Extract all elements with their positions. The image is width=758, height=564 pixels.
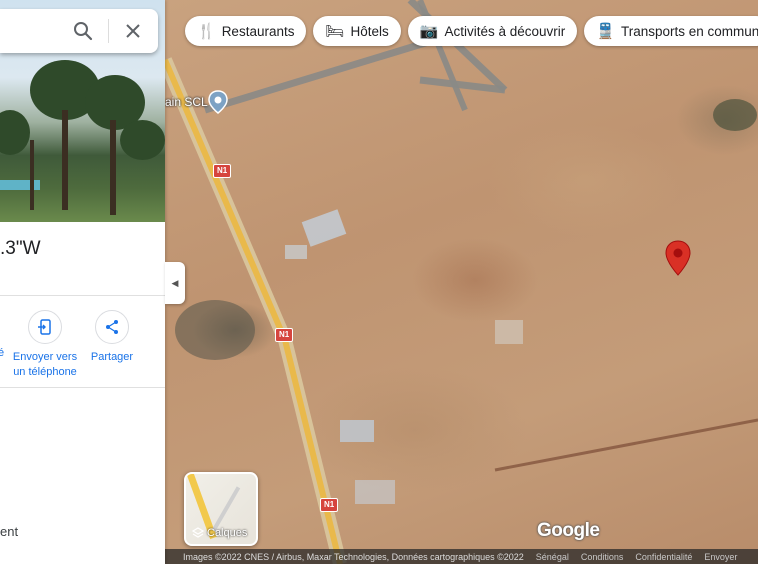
photo-sea: [0, 180, 40, 190]
send-to-phone-button[interactable]: Envoyer vers un téléphone: [8, 310, 82, 380]
chip-transit[interactable]: 🚆 Transports en commun: [584, 16, 758, 46]
layers-icon: [192, 527, 204, 538]
place-photo[interactable]: [0, 0, 165, 222]
search-icon[interactable]: [73, 21, 93, 41]
chip-activities[interactable]: 📷 Activités à découvrir: [407, 16, 578, 46]
place-coordinates: .3"W: [0, 238, 41, 259]
chip-label: Transports en commun: [620, 23, 758, 39]
satellite-map[interactable]: N1 N1 N1 ain SCL 🍴 Restaurants 🛏 Hôtels …: [165, 0, 758, 564]
chip-label: Activités à découvrir: [444, 23, 566, 39]
search-box[interactable]: [0, 9, 158, 53]
chip-label: Restaurants: [221, 23, 295, 39]
chip-restaurants[interactable]: 🍴 Restaurants: [185, 16, 307, 46]
share-circle: [95, 310, 129, 344]
chip-hotels[interactable]: 🛏 Hôtels: [313, 16, 401, 46]
train-icon: 🚆: [596, 22, 615, 40]
chevron-left-icon: ◀: [171, 277, 179, 288]
location-pin-icon[interactable]: [665, 240, 691, 276]
send-to-phone-circle: [28, 310, 62, 344]
footer-link-country[interactable]: Sénégal: [536, 552, 569, 562]
road-shield-n1: N1: [213, 164, 232, 178]
divider: [0, 387, 165, 388]
layers-label: Calques: [192, 527, 247, 539]
photo-tree: [120, 120, 165, 160]
action-label: Partager: [90, 351, 134, 363]
footer-link-feedback[interactable]: Envoyer: [704, 552, 737, 562]
attribution-bar: Images ©2022 CNES / Airbus, Maxar Techno…: [165, 549, 758, 564]
panel-truncated-text: ent: [0, 524, 19, 539]
divider: [0, 295, 165, 296]
photo-trunk: [62, 110, 68, 210]
collapse-panel-button[interactable]: ◀: [165, 262, 185, 304]
layers-label-text: Calques: [207, 527, 248, 539]
photo-tree: [0, 110, 30, 155]
action-label-line2: un téléphone: [13, 366, 77, 378]
action-truncated[interactable]: é: [0, 346, 8, 361]
google-logo: Google: [537, 520, 600, 541]
share-button[interactable]: Partager: [88, 310, 136, 365]
camera-icon: 📷: [419, 22, 439, 40]
poi-pin-icon[interactable]: [208, 90, 228, 114]
road-shield-n1: N1: [275, 328, 294, 342]
poi-label[interactable]: ain SCL: [165, 95, 208, 109]
footer-link-terms[interactable]: Conditions: [581, 552, 624, 562]
search-divider: [108, 19, 109, 43]
bed-icon: 🛏: [325, 22, 345, 40]
close-icon[interactable]: [123, 21, 143, 41]
layers-toggle-button[interactable]: Calques: [184, 472, 258, 546]
footer-link-privacy[interactable]: Confidentialité: [635, 552, 692, 562]
photo-trunk: [30, 140, 34, 210]
place-panel: .3"W é Envoyer vers un téléphone Partage…: [0, 0, 165, 564]
layers-preview-road: [211, 486, 241, 532]
road-shield-n1: N1: [320, 498, 339, 512]
share-icon: [106, 320, 118, 334]
phone-icon: [38, 319, 51, 335]
attribution-text: Images ©2022 CNES / Airbus, Maxar Techno…: [183, 551, 524, 562]
chip-label: Hôtels: [350, 23, 389, 39]
category-chips: 🍴 Restaurants 🛏 Hôtels 📷 Activités à déc…: [185, 16, 758, 46]
restaurant-icon: 🍴: [197, 22, 216, 40]
photo-trunk: [110, 120, 116, 215]
action-label: é: [0, 347, 5, 359]
action-label: Envoyer vers: [12, 351, 78, 363]
